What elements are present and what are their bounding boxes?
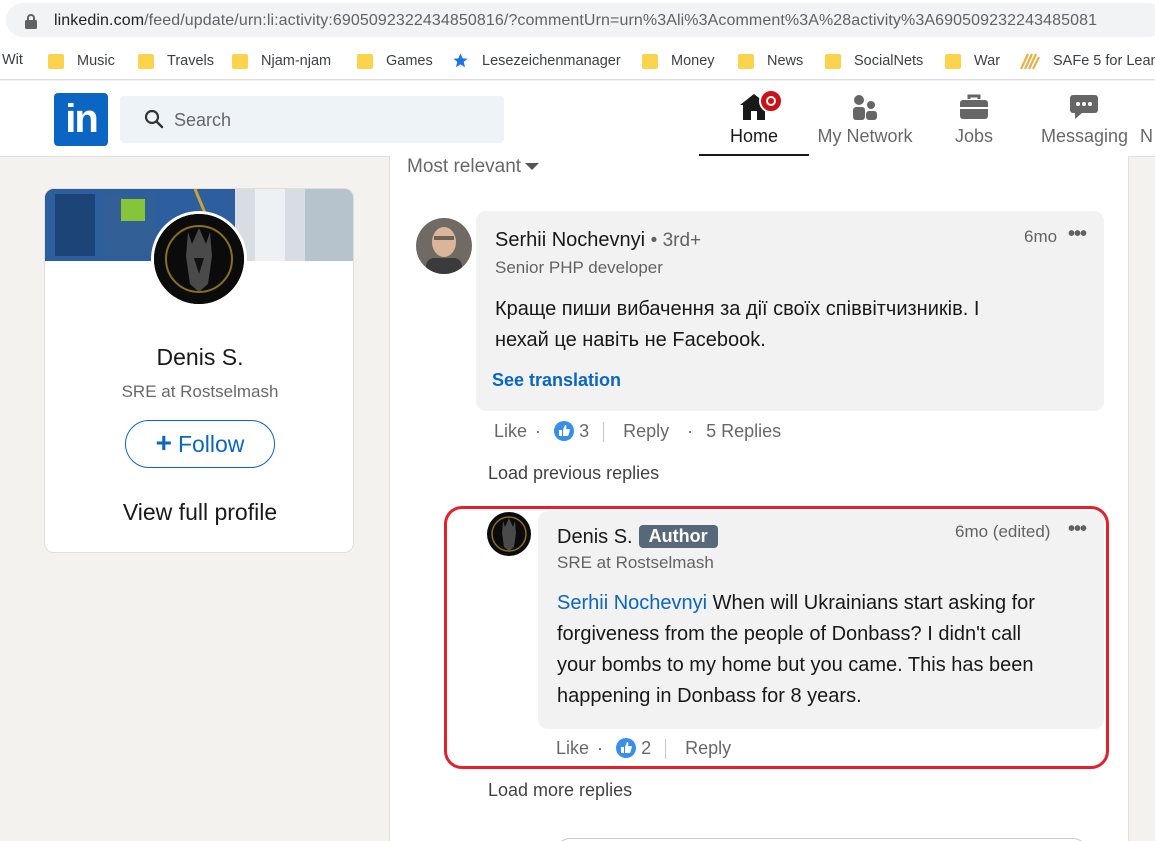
nav-notifications[interactable]: N — [1140, 81, 1155, 156]
bookmark-war[interactable]: War — [945, 52, 1000, 69]
bookmark-socialnets[interactable]: SocialNets — [825, 52, 923, 69]
safe-logo-icon — [1020, 53, 1040, 70]
bookmark-money[interactable]: Money — [642, 52, 715, 69]
browser-url-bar: linkedin.com/feed/update/urn:li:activity… — [0, 0, 1155, 42]
like-reaction-icon — [554, 421, 575, 441]
nav-messaging-label: Messaging — [1040, 126, 1129, 146]
search-icon — [144, 109, 164, 129]
profile-card: Denis S. SRE at Rostselmash + Follow View… — [44, 188, 354, 553]
bookmark-travels[interactable]: Travels — [138, 52, 214, 69]
nav-jobs[interactable]: Jobs — [924, 81, 1024, 156]
bookmark-games[interactable]: Games — [357, 52, 433, 69]
view-full-profile-link[interactable]: View full profile — [45, 499, 353, 526]
reply-button[interactable]: Reply — [623, 421, 669, 441]
folder-icon — [642, 52, 658, 69]
connection-degree: • 3rd+ — [650, 230, 702, 251]
highlight-annotation — [444, 506, 1109, 769]
folder-icon — [945, 52, 961, 69]
notification-badge — [759, 89, 783, 113]
comment-text: Краще пиши вибачення за дії своїх співві… — [495, 298, 980, 351]
plus-icon: + — [155, 427, 172, 458]
like-count[interactable]: 3 — [579, 421, 589, 441]
bookmark-wit[interactable]: Wit — [2, 52, 23, 68]
folder-icon — [232, 52, 248, 69]
profile-name[interactable]: Denis S. — [45, 344, 353, 371]
replies-count-link[interactable]: 5 Replies — [706, 421, 781, 441]
folder-icon — [825, 52, 841, 69]
profile-avatar[interactable] — [151, 211, 247, 307]
dark-helmet-emblem — [154, 214, 244, 304]
follow-button[interactable]: + Follow — [125, 420, 275, 468]
folder-icon — [738, 52, 754, 69]
bookmarks-bar: Wit Music Travels Njam-njam Games Leseze… — [0, 42, 1155, 80]
nav-my-network[interactable]: My Network — [810, 81, 920, 156]
bookmark-music[interactable]: Music — [48, 52, 115, 69]
folder-icon — [138, 52, 154, 69]
commenter-avatar[interactable] — [416, 218, 472, 274]
like-button[interactable]: Like — [494, 421, 527, 441]
sort-dropdown[interactable]: Most relevant — [407, 156, 540, 178]
commenter-name[interactable]: Serhii Nochevnyi • 3rd+ — [495, 229, 701, 252]
folder-icon — [357, 52, 373, 69]
bookmark-safe[interactable]: SAFe 5 for Lean — [1020, 52, 1155, 70]
linkedin-header: in Home My Network Jobs — [0, 81, 1155, 157]
comment-time: 6mo — [1024, 227, 1058, 246]
load-previous-replies[interactable]: Load previous replies — [488, 463, 659, 484]
man-portrait — [416, 218, 472, 274]
nav-notifications-label: N — [1140, 126, 1153, 146]
comment-bubble: Serhii Nochevnyi • 3rd+ Senior PHP devel… — [476, 211, 1104, 411]
lock-icon — [25, 14, 37, 29]
search-input[interactable] — [174, 108, 474, 132]
search-box[interactable] — [120, 96, 504, 143]
commenter-headline: Senior PHP developer — [495, 258, 663, 277]
nav-home-label: Home — [729, 126, 778, 146]
nav-jobs-label: Jobs — [954, 126, 994, 146]
briefcase-icon — [960, 94, 988, 119]
profile-headline: SRE at Rostselmash — [121, 382, 279, 401]
linkedin-logo[interactable]: in — [54, 93, 108, 146]
url-text[interactable]: linkedin.com/feed/update/urn:li:activity… — [54, 12, 1097, 30]
bookmark-lesezeichenmanager[interactable]: Lesezeichenmanager — [452, 52, 621, 69]
people-icon — [853, 95, 877, 120]
nav-network-label: My Network — [817, 126, 913, 146]
nav-home[interactable]: Home — [699, 81, 809, 156]
nav-messaging[interactable]: Messaging — [1032, 81, 1137, 156]
more-options-icon[interactable]: ••• — [1068, 223, 1087, 246]
comment-actions: Like · 3 Reply · 5 Replies — [494, 421, 782, 443]
message-icon — [1070, 95, 1098, 119]
bookmark-njam-njam[interactable]: Njam-njam — [232, 52, 331, 69]
caret-down-icon — [525, 163, 540, 171]
see-translation-link[interactable]: See translation — [492, 370, 621, 391]
address-bar[interactable]: linkedin.com/feed/update/urn:li:activity… — [6, 3, 1155, 37]
folder-icon — [48, 52, 64, 69]
bookmark-news[interactable]: News — [738, 52, 803, 69]
star-icon — [453, 53, 468, 68]
load-more-replies[interactable]: Load more replies — [488, 780, 632, 801]
